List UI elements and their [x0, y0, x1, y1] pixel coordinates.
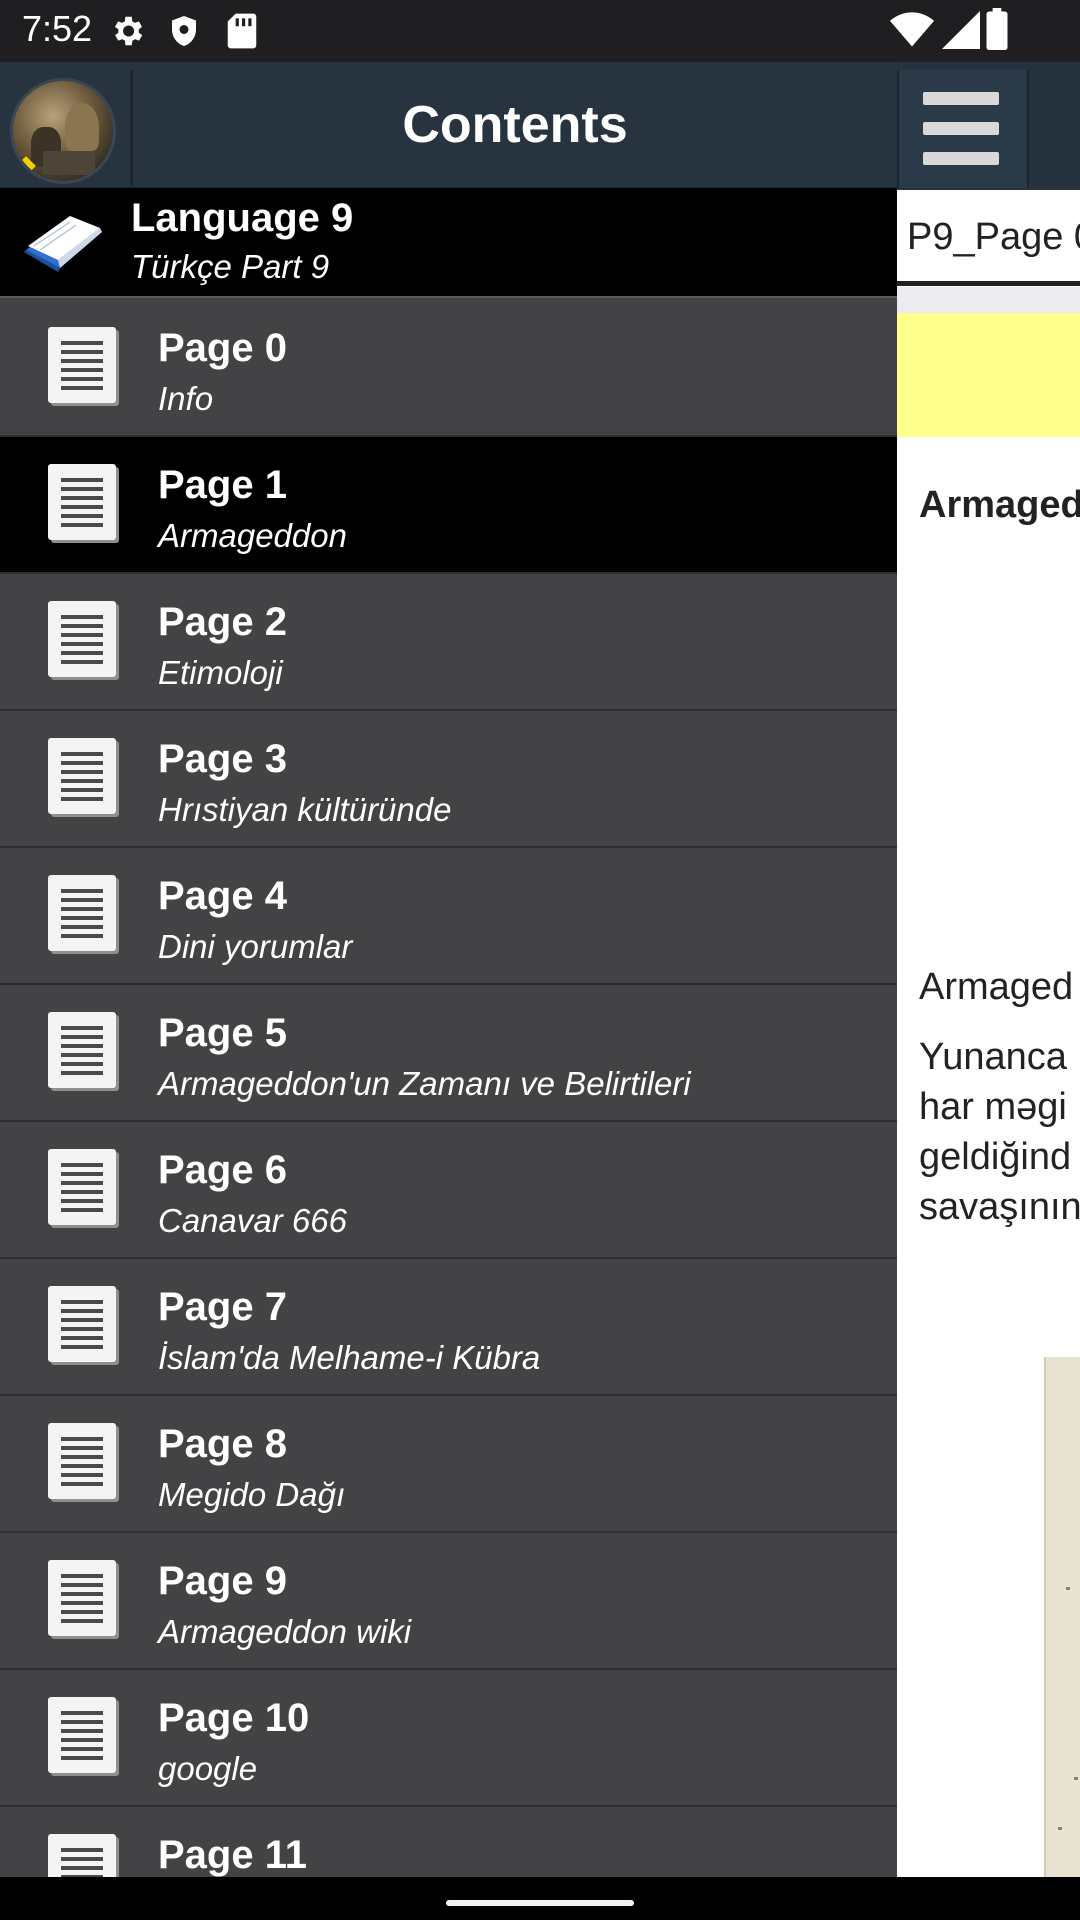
page-icon: [48, 1012, 122, 1094]
drawer-title: Contents: [402, 96, 628, 154]
list-item[interactable]: Page 9 Armageddon wiki: [0, 1533, 897, 1670]
section-subtitle: Türkçe Part 9: [131, 248, 330, 285]
battery-icon: [986, 8, 1008, 55]
body-line: savaşının: [919, 1186, 1080, 1228]
item-title: Page 11: [158, 1833, 308, 1877]
list-item[interactable]: Page 0 Info: [0, 300, 897, 437]
item-subtitle: Canavar 666: [158, 1202, 347, 1239]
status-bar: 7:52: [0, 0, 1080, 62]
item-subtitle: Armageddon wiki: [158, 1613, 412, 1650]
wifi-icon: [890, 10, 934, 55]
map-image: [1044, 1357, 1080, 1877]
body-line: Armaged: [919, 966, 1074, 1008]
body-line: Yunanca: [919, 1036, 1067, 1078]
item-subtitle: Info: [158, 380, 214, 417]
item-title: Page 10: [158, 1696, 310, 1740]
item-title: Page 0: [158, 326, 287, 370]
list-item[interactable]: Page 10 google: [0, 1670, 897, 1807]
page-icon: [48, 1286, 122, 1368]
navigation-bar: [0, 1877, 1080, 1920]
item-title: Page 6: [158, 1148, 287, 1192]
hamburger-menu-icon[interactable]: [897, 70, 1029, 188]
list-item[interactable]: Page 7 İslam'da Melhame-i Kübra: [0, 1259, 897, 1396]
page-icon: [48, 1149, 122, 1231]
home-gesture-handle[interactable]: [446, 1900, 634, 1906]
item-title: Page 2: [158, 600, 287, 644]
drawer-header: Contents: [0, 62, 897, 188]
list-item[interactable]: Page 3 Hrıstiyan kültüründe: [0, 711, 897, 848]
highlight-banner: [897, 313, 1080, 437]
item-title: Page 7: [158, 1285, 287, 1329]
tab-page[interactable]: P9_Page 0: [897, 190, 1080, 286]
section-title: Language 9: [131, 196, 354, 240]
item-subtitle: Megido Dağı: [158, 1476, 346, 1513]
page-icon: [48, 1560, 122, 1642]
page-icon: [48, 738, 122, 820]
item-subtitle: Dini yorumlar: [158, 928, 353, 965]
tab-page-label: P9_Page 0: [907, 216, 1080, 258]
item-subtitle: Armageddon: [158, 517, 347, 554]
sd-card-icon: [226, 12, 258, 55]
page-icon: [48, 464, 122, 546]
background-page: P9_Page 0 Armaged Armaged Yunanca har mə…: [897, 62, 1080, 1877]
page-icon: [48, 1834, 122, 1877]
list-item[interactable]: Page 6 Canavar 666: [0, 1122, 897, 1259]
list-item[interactable]: Page 4 Dini yorumlar: [0, 848, 897, 985]
settings-icon: [108, 12, 146, 55]
item-subtitle: Armageddon'un Zamanı ve Belirtileri: [158, 1065, 691, 1102]
list-item[interactable]: Page 5 Armageddon'un Zamanı ve Belirtiler…: [0, 985, 897, 1122]
body-line: har məgi: [919, 1086, 1067, 1128]
app-logo-image[interactable]: [10, 78, 116, 184]
navigation-drawer: Contents Language 9 Türkçe Part 9 Page 0…: [0, 62, 897, 1877]
page-icon: [48, 1697, 122, 1779]
item-title: Page 8: [158, 1422, 287, 1466]
page-icon: [48, 875, 122, 957]
page-icon: [48, 327, 122, 409]
list-item[interactable]: Page 8 Megido Dağı: [0, 1396, 897, 1533]
item-subtitle: Hrıstiyan kültüründe: [158, 791, 452, 828]
list-item[interactable]: Page 2 Etimoloji: [0, 574, 897, 711]
list-item[interactable]: Page 1 Armageddon: [0, 437, 897, 574]
body-line: geldiğind: [919, 1136, 1072, 1178]
tab-divider: [897, 287, 1080, 313]
page-icon: [48, 1423, 122, 1505]
item-title: Page 5: [158, 1011, 287, 1055]
background-header: [897, 62, 1080, 190]
signal-icon: [942, 10, 980, 55]
shield-icon: [166, 12, 202, 55]
status-time: 7:52: [22, 8, 93, 49]
section-header[interactable]: Language 9 Türkçe Part 9: [0, 188, 897, 298]
page-heading: Armaged: [919, 484, 1080, 526]
item-title: Page 1: [158, 463, 287, 507]
page-icon: [48, 601, 122, 683]
item-subtitle: Etimoloji: [158, 654, 283, 691]
item-title: Page 3: [158, 737, 287, 781]
item-subtitle: google: [158, 1750, 258, 1787]
list-item[interactable]: Page 11: [0, 1807, 897, 1877]
item-title: Page 4: [158, 874, 287, 918]
item-subtitle: İslam'da Melhame-i Kübra: [158, 1339, 541, 1376]
book-icon: [24, 216, 102, 272]
item-title: Page 9: [158, 1559, 287, 1603]
